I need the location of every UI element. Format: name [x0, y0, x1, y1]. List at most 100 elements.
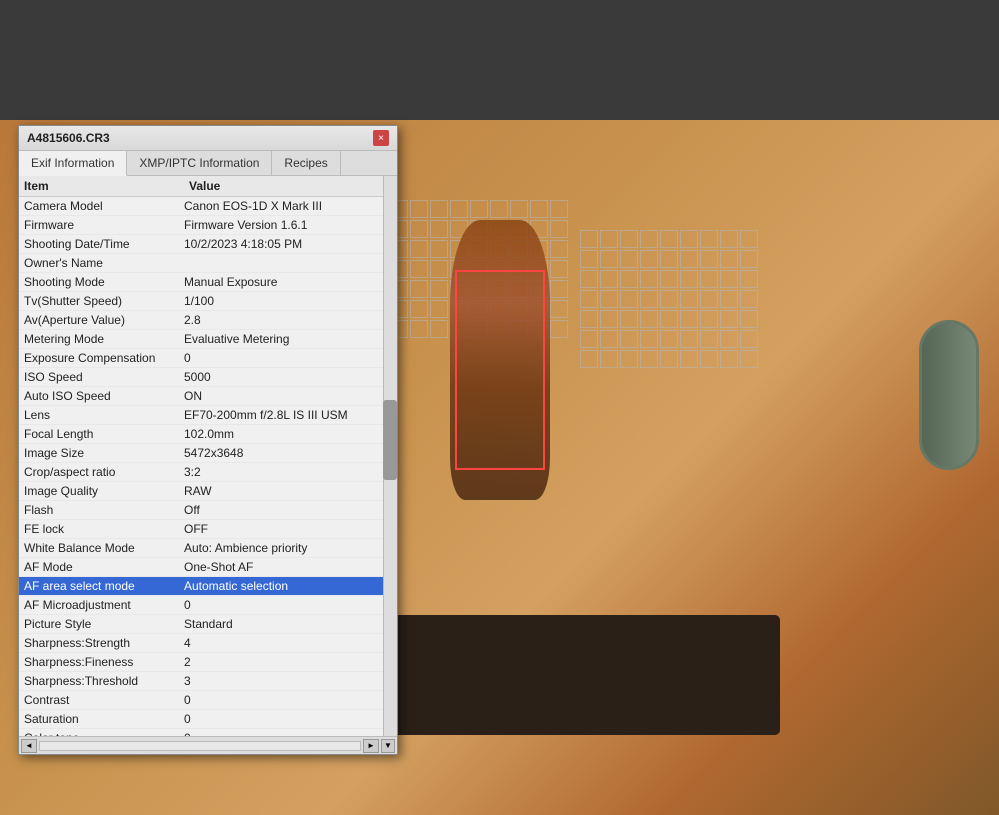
cell-item: Color tone	[24, 731, 184, 736]
af-cell	[720, 270, 738, 288]
cell-value: One-Shot AF	[184, 560, 392, 574]
af-cell	[580, 310, 598, 328]
scrollbar[interactable]	[383, 176, 397, 736]
table-row[interactable]: Image Size5472x3648	[19, 444, 397, 463]
cell-item: Lens	[24, 408, 184, 422]
table-row[interactable]: Av(Aperture Value)2.8	[19, 311, 397, 330]
tab-exif-information[interactable]: Exif Information	[19, 151, 127, 176]
cell-item: Shooting Date/Time	[24, 237, 184, 251]
af-cell	[700, 330, 718, 348]
table-row[interactable]: Image QualityRAW	[19, 482, 397, 501]
af-cell	[600, 350, 618, 368]
table-row[interactable]: Camera ModelCanon EOS-1D X Mark III	[19, 197, 397, 216]
af-cell	[580, 330, 598, 348]
af-cell	[410, 240, 428, 258]
table-row[interactable]: Picture StyleStandard	[19, 615, 397, 634]
af-cell	[410, 200, 428, 218]
table-row[interactable]: AF Microadjustment0	[19, 596, 397, 615]
af-cell	[720, 250, 738, 268]
scroll-left-button[interactable]: ◄	[21, 739, 37, 753]
table-row[interactable]: Saturation0	[19, 710, 397, 729]
af-cell	[740, 290, 758, 308]
cell-item: Exposure Compensation	[24, 351, 184, 365]
af-cell	[680, 250, 698, 268]
af-cell	[410, 300, 428, 318]
af-cell	[700, 290, 718, 308]
af-cell	[580, 250, 598, 268]
cell-value: Firmware Version 1.6.1	[184, 218, 392, 232]
af-cell	[680, 230, 698, 248]
table-row[interactable]: Owner's Name	[19, 254, 397, 273]
cell-item: Auto ISO Speed	[24, 389, 184, 403]
cell-item: Focal Length	[24, 427, 184, 441]
af-cell	[640, 350, 658, 368]
table-row[interactable]: Tv(Shutter Speed)1/100	[19, 292, 397, 311]
cell-item: Contrast	[24, 693, 184, 707]
table-row[interactable]: Crop/aspect ratio3:2	[19, 463, 397, 482]
table-row[interactable]: Sharpness:Fineness2	[19, 653, 397, 672]
table-row[interactable]: White Balance ModeAuto: Ambience priorit…	[19, 539, 397, 558]
tab-recipes[interactable]: Recipes	[272, 151, 340, 175]
af-cell	[550, 300, 568, 318]
af-cell	[600, 250, 618, 268]
cell-item: Camera Model	[24, 199, 184, 213]
cell-value: ON	[184, 389, 392, 403]
table-row[interactable]: AF ModeOne-Shot AF	[19, 558, 397, 577]
cell-item: Firmware	[24, 218, 184, 232]
table-row[interactable]: Exposure Compensation0	[19, 349, 397, 368]
table-row[interactable]: Shooting Date/Time10/2/2023 4:18:05 PM	[19, 235, 397, 254]
equipment-box	[380, 615, 780, 735]
table-row[interactable]: Metering ModeEvaluative Metering	[19, 330, 397, 349]
af-cell	[700, 270, 718, 288]
af-cell	[410, 220, 428, 238]
af-cell	[740, 270, 758, 288]
table-row[interactable]: Sharpness:Threshold3	[19, 672, 397, 691]
table-row[interactable]: AF area select modeAutomatic selection	[19, 577, 397, 596]
table-row[interactable]: Auto ISO SpeedON	[19, 387, 397, 406]
cell-value: OFF	[184, 522, 392, 536]
cell-value: Off	[184, 503, 392, 517]
cell-item: FE lock	[24, 522, 184, 536]
table-row[interactable]: Shooting ModeManual Exposure	[19, 273, 397, 292]
table-row[interactable]: ISO Speed5000	[19, 368, 397, 387]
cell-item: Tv(Shutter Speed)	[24, 294, 184, 308]
table-row[interactable]: Contrast0	[19, 691, 397, 710]
af-selection-box	[455, 270, 545, 470]
table-row[interactable]: FirmwareFirmware Version 1.6.1	[19, 216, 397, 235]
af-cell	[620, 290, 638, 308]
scroll-right-button[interactable]: ►	[363, 739, 379, 753]
table-row[interactable]: FlashOff	[19, 501, 397, 520]
table-row[interactable]: Color tone0	[19, 729, 397, 736]
coil-element	[919, 320, 979, 470]
cell-item: Picture Style	[24, 617, 184, 631]
table-container: Item Value ▲ Camera ModelCanon EOS-1D X …	[19, 176, 397, 736]
af-cell	[660, 290, 678, 308]
af-cell	[700, 250, 718, 268]
af-cell	[700, 230, 718, 248]
cell-value: 0	[184, 351, 392, 365]
tab-xmp-iptc[interactable]: XMP/IPTC Information	[127, 151, 272, 175]
cell-value: Auto: Ambience priority	[184, 541, 392, 555]
table-row[interactable]: Sharpness:Strength4	[19, 634, 397, 653]
af-cell	[600, 270, 618, 288]
scrollbar-thumb[interactable]	[383, 400, 397, 480]
af-cell	[620, 350, 638, 368]
table-row[interactable]: LensEF70-200mm f/2.8L IS III USM	[19, 406, 397, 425]
af-cell	[680, 290, 698, 308]
af-grid-right	[580, 230, 758, 368]
col-item-header: Item	[24, 179, 189, 193]
scroll-track[interactable]	[39, 741, 361, 751]
scroll-down-button[interactable]: ▼	[381, 739, 395, 753]
close-button[interactable]: ×	[373, 130, 389, 146]
af-cell	[620, 310, 638, 328]
table-row[interactable]: FE lockOFF	[19, 520, 397, 539]
col-value-header: Value	[189, 179, 392, 193]
af-cell	[620, 250, 638, 268]
dialog-titlebar: A4815606.CR3 ×	[19, 126, 397, 151]
af-cell	[680, 310, 698, 328]
af-cell	[640, 330, 658, 348]
table-row[interactable]: Focal Length102.0mm	[19, 425, 397, 444]
af-cell	[530, 200, 548, 218]
af-cell	[660, 270, 678, 288]
cell-item: Flash	[24, 503, 184, 517]
